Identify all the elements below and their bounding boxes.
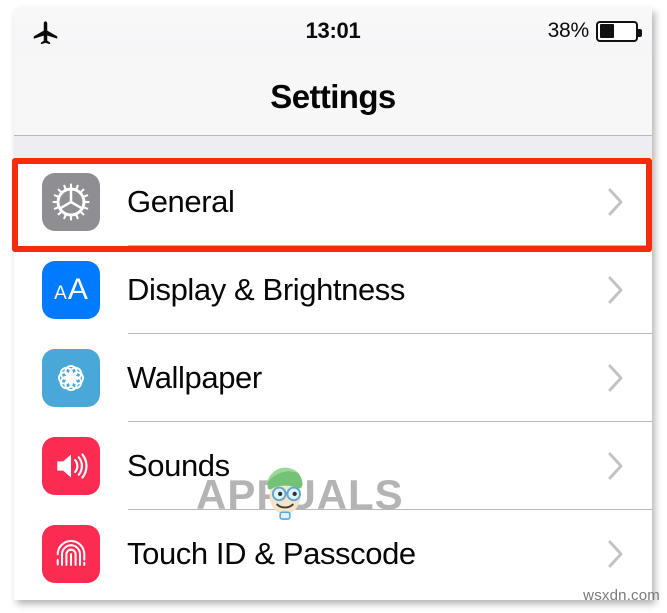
fingerprint-icon bbox=[42, 525, 100, 583]
aa-text-size-icon: AA bbox=[42, 261, 100, 319]
navigation-bar: Settings bbox=[14, 56, 652, 136]
phone-screen: 13:01 38% Settings General A A Display &… bbox=[14, 8, 652, 600]
settings-row-touch-id-passcode[interactable]: Touch ID & Passcode bbox=[14, 510, 652, 598]
site-watermark: wsxdn.com bbox=[583, 587, 660, 604]
settings-row-general[interactable]: General bbox=[14, 158, 652, 246]
settings-row-label: Sounds bbox=[127, 448, 230, 483]
chevron-right-icon bbox=[608, 276, 624, 304]
chevron-right-icon bbox=[608, 364, 624, 392]
page-title: Settings bbox=[270, 78, 396, 115]
settings-row-label: Display & Brightness bbox=[127, 272, 406, 307]
list-group-spacer bbox=[14, 136, 652, 158]
flower-rosette-icon bbox=[42, 349, 100, 407]
status-bar-battery-group: 38% bbox=[547, 17, 642, 45]
settings-row-label: Wallpaper bbox=[127, 360, 262, 395]
status-bar: 13:01 38% bbox=[14, 8, 652, 56]
speaker-volume-icon bbox=[42, 437, 100, 495]
battery-icon bbox=[596, 20, 642, 42]
chevron-right-icon bbox=[608, 188, 624, 216]
battery-fill bbox=[599, 24, 615, 38]
settings-row-label: Touch ID & Passcode bbox=[127, 536, 416, 571]
chevron-right-icon bbox=[608, 452, 624, 480]
settings-row-sounds[interactable]: Sounds bbox=[14, 422, 652, 510]
settings-list: General AA Display & Brightness Wallpape… bbox=[14, 158, 652, 598]
chevron-right-icon bbox=[608, 540, 624, 568]
aa-large-letter: A bbox=[67, 273, 88, 306]
aa-small-letter: A bbox=[54, 283, 67, 304]
gear-icon bbox=[42, 173, 100, 231]
screenshot-canvas: 13:01 38% Settings General A A Display &… bbox=[0, 0, 667, 613]
settings-row-display-brightness[interactable]: AA Display & Brightness bbox=[14, 246, 652, 334]
battery-percent-label: 38% bbox=[547, 19, 590, 42]
settings-row-label: General bbox=[127, 184, 235, 219]
settings-row-wallpaper[interactable]: Wallpaper bbox=[14, 334, 652, 422]
